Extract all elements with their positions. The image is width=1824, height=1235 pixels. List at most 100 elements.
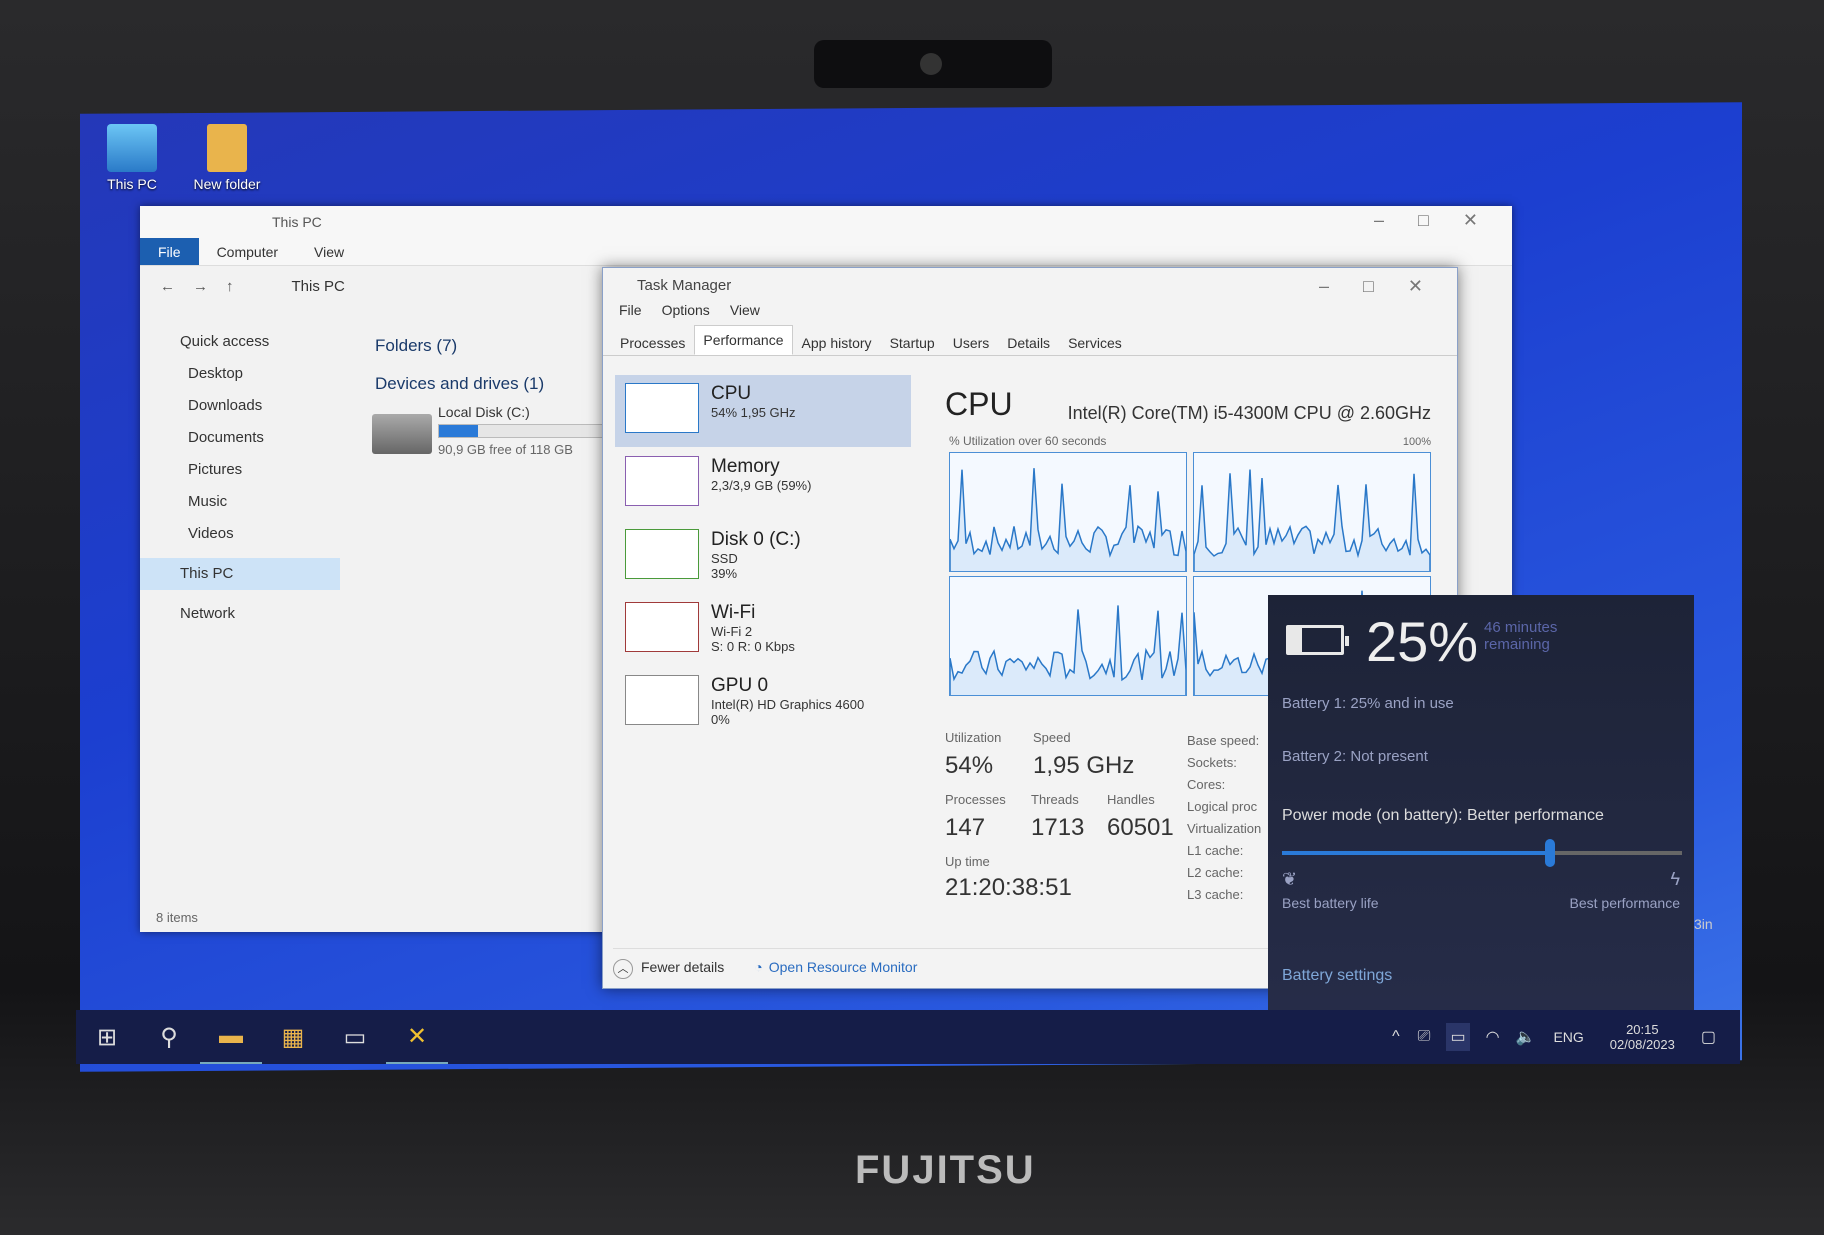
best-battery-label: Best battery life — [1282, 895, 1379, 911]
folder-icon — [207, 124, 247, 172]
tab-processes[interactable]: Processes — [611, 328, 694, 355]
notification-icon[interactable]: ▢ — [1701, 1027, 1716, 1047]
resource-thumbnail-graph — [625, 456, 699, 506]
processes-value: 147 — [945, 814, 986, 841]
resource-thumbnail-graph — [625, 529, 699, 579]
cpu-core-graph — [1193, 452, 1431, 572]
battery-flyout: 25% 46 minutes remaining Battery 1: 25% … — [1268, 595, 1694, 1011]
tab-details[interactable]: Details — [998, 328, 1059, 355]
clock[interactable]: 20:15 02/08/2023 — [1610, 1022, 1675, 1052]
tab-app-history[interactable]: App history — [793, 328, 881, 355]
search-button[interactable]: ⚲ — [138, 1010, 200, 1064]
forward-icon[interactable]: → — [193, 278, 208, 295]
nav-quick-access[interactable]: Quick access — [140, 326, 340, 358]
threads-value: 1713 — [1031, 814, 1085, 841]
tab-startup[interactable]: Startup — [881, 328, 944, 355]
leaf-icon: ❦ — [1282, 869, 1298, 889]
up-icon[interactable]: ↑ — [226, 278, 234, 295]
desktop-icon-this-pc[interactable]: This PC — [82, 124, 182, 192]
resource-memory[interactable]: Memory 2,3/3,9 GB (59%) — [615, 448, 911, 520]
resource-gpu-0[interactable]: GPU 0 Intel(R) HD Graphics 4600 0% — [615, 667, 911, 739]
search-icon: ⚲ — [160, 1023, 178, 1051]
processes-label: Processes — [945, 792, 1006, 807]
nav-videos[interactable]: Videos — [140, 518, 340, 550]
graph-max: 100% — [1402, 436, 1431, 448]
window-controls[interactable]: –□✕ — [1374, 210, 1512, 231]
tab-services[interactable]: Services — [1059, 328, 1131, 355]
computer-icon — [107, 124, 157, 172]
app-icon: ▭ — [343, 1023, 367, 1051]
battery-tray-icon[interactable]: ▭ — [1446, 1023, 1470, 1051]
lightning-icon: ϟ — [1670, 869, 1680, 889]
show-hidden-icons[interactable]: ^ — [1392, 1028, 1400, 1046]
cpu-model: Intel(R) Core(TM) i5-4300M CPU @ 2.60GHz — [1067, 403, 1431, 423]
store-icon: ▦ — [281, 1023, 305, 1051]
open-resource-monitor-link[interactable]: ◔ Open Resource Monitor — [754, 959, 917, 979]
nav-documents[interactable]: Documents — [140, 422, 340, 454]
task-manager-icon: ✕ — [406, 1022, 428, 1050]
nav-this-pc[interactable]: This PC — [140, 558, 340, 590]
taskbar: ⊞ ⚲ ▬ ▦ ▭ ✕ ^ ⎚ ▭ ◠ 🔈 ENG 20:15 02/08/202… — [76, 1010, 1740, 1064]
menu-file[interactable]: File — [619, 302, 642, 328]
address-bar[interactable]: This PC — [292, 278, 345, 295]
battery-remaining: 46 minutes remaining — [1484, 619, 1558, 653]
spec-label: L3 cache: — [1187, 887, 1244, 902]
folder-icon: ▬ — [219, 1022, 243, 1049]
utilization-value: 54% — [945, 752, 994, 779]
devices-group[interactable]: Devices and drives (1) — [375, 374, 544, 394]
local-disk[interactable]: Local Disk (C:) 90,9 GB free of 118 GB — [438, 404, 608, 457]
nav-network[interactable]: Network — [140, 598, 340, 630]
tab-performance[interactable]: Performance — [694, 325, 793, 355]
taskbar-file-explorer[interactable]: ▬ — [200, 1010, 262, 1064]
battery-2-status: Battery 2: Not present — [1282, 748, 1428, 765]
volume-icon[interactable]: 🔈 — [1516, 1027, 1536, 1047]
navigation-pane: Quick access Desktop Downloads Documents… — [140, 326, 340, 630]
resource-thumbnail-graph — [625, 602, 699, 652]
cpu-specs: Base speed: Sockets: Cores: Logical proc Vir… — [1187, 730, 1261, 906]
best-performance-label: Best performance — [1569, 895, 1681, 911]
graph-label: % Utilization over 60 seconds — [949, 434, 1107, 448]
power-mode-label: Power mode (on battery): Better performa… — [1282, 807, 1604, 824]
resource-disk-0-c-[interactable]: Disk 0 (C:) SSD 39% — [615, 521, 911, 593]
wifi-icon[interactable]: ◠ — [1486, 1027, 1500, 1047]
battery-percent: 25% — [1366, 610, 1479, 673]
resource-wi-fi[interactable]: Wi-Fi Wi-Fi 2 S: 0 R: 0 Kbps — [615, 594, 911, 666]
ribbon-computer[interactable]: Computer — [199, 238, 296, 265]
taskbar-app[interactable]: ▭ — [324, 1010, 386, 1064]
ribbon-file[interactable]: File — [140, 238, 199, 265]
status-bar: 8 items — [156, 910, 198, 925]
cpu-title: CPU — [945, 386, 1013, 422]
power-mode-slider[interactable] — [1282, 839, 1682, 867]
nav-downloads[interactable]: Downloads — [140, 390, 340, 422]
brand-logo: FUJITSU — [855, 1148, 1036, 1192]
start-button[interactable]: ⊞ — [76, 1010, 138, 1064]
language-indicator[interactable]: ENG — [1553, 1029, 1583, 1045]
window-controls[interactable]: –□✕ — [1319, 276, 1457, 297]
handles-label: Handles — [1107, 792, 1155, 807]
speed-label: Speed — [1033, 730, 1071, 745]
taskbar-task-manager[interactable]: ✕ — [386, 1010, 448, 1064]
tab-users[interactable]: Users — [944, 328, 999, 355]
back-icon[interactable]: ← — [160, 278, 175, 295]
window-title: Task Manager — [637, 277, 732, 294]
folders-group[interactable]: Folders (7) — [375, 336, 457, 356]
background-text: 3in — [1694, 916, 1713, 932]
uptime-value: 21:20:38:51 — [945, 874, 1072, 901]
cpu-core-graph — [949, 576, 1187, 696]
battery-settings-link[interactable]: Battery settings — [1282, 967, 1392, 985]
windows-icon: ⊞ — [96, 1023, 118, 1051]
ribbon-view[interactable]: View — [296, 238, 362, 265]
chevron-up-icon: ︿ — [613, 959, 633, 979]
taskbar-store[interactable]: ▦ — [262, 1010, 324, 1064]
fewer-details-button[interactable]: ︿ Fewer details — [613, 959, 724, 979]
drive-icon — [372, 414, 432, 454]
nav-music[interactable]: Music — [140, 486, 340, 518]
nav-desktop[interactable]: Desktop — [140, 358, 340, 390]
meet-now-icon[interactable]: ⎚ — [1418, 1028, 1431, 1046]
spec-label: L1 cache: — [1187, 843, 1244, 858]
battery-icon — [1286, 625, 1349, 655]
spec-label: Sockets: — [1187, 755, 1237, 770]
nav-pictures[interactable]: Pictures — [140, 454, 340, 486]
resource-cpu[interactable]: CPU 54% 1,95 GHz — [615, 375, 911, 447]
desktop-icon-new-folder[interactable]: New folder — [177, 124, 277, 192]
